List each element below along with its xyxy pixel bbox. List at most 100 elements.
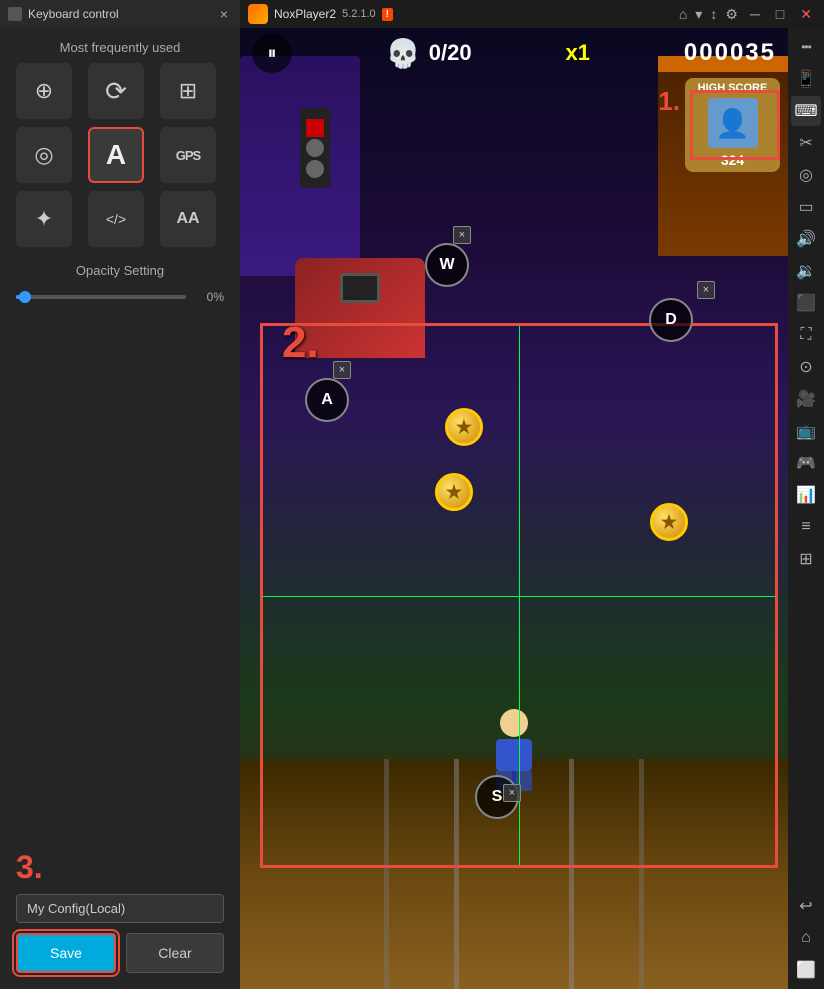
menu-button[interactable]: ≡	[791, 512, 821, 542]
nox-logo-image	[248, 4, 268, 24]
grid-button[interactable]: ⊞	[791, 544, 821, 574]
coin-1: ★	[445, 408, 483, 446]
opacity-slider-handle[interactable]	[19, 291, 31, 303]
panel-section-title: Most frequently used	[0, 28, 240, 63]
icon-grid: ⊕ ⟳ ⊞ ◎ A GPS ✦ </> AA	[0, 63, 240, 247]
key-w-close-icon: ×	[459, 229, 465, 241]
key-s-close-button[interactable]: ×	[503, 784, 521, 802]
left-panel: Most frequently used ⊕ ⟳ ⊞ ◎ A GPS ✦ </>…	[0, 28, 240, 989]
icon-star[interactable]: ✦	[16, 191, 72, 247]
multiplier-label: x1	[566, 40, 590, 66]
key-a-close-button[interactable]: ×	[333, 361, 351, 379]
location-button[interactable]: ◎	[791, 160, 821, 190]
gamepad-button[interactable]: 🎮	[791, 448, 821, 478]
side-toolbar: ••• 📱 ⌨ ✂ ◎ ▭ 🔊 🔉 ⬛ ⛶ ⊙ 🎥 📺 🎮 📊 ≡ ⊞ ↩ ⌂ …	[788, 28, 824, 989]
sync-symbol: ⟳	[105, 76, 127, 107]
keyboard-control-button[interactable]: ⌨	[791, 96, 821, 126]
opacity-slider[interactable]	[16, 295, 186, 299]
icon-sync[interactable]: ⟳	[88, 63, 144, 119]
key-w-button[interactable]: W	[425, 243, 469, 287]
volume-up-button[interactable]: 🔊	[791, 224, 821, 254]
nox-title: NoxPlayer2	[274, 7, 336, 21]
home-nav-icon[interactable]: ⌂	[679, 6, 687, 22]
crosshair-symbol: ⊞	[179, 78, 197, 104]
titlebar-title: Keyboard control	[28, 7, 119, 21]
icon-aim[interactable]: ◎	[16, 127, 72, 183]
volume-down-button[interactable]: 🔉	[791, 256, 821, 286]
key-w-close-button[interactable]: ×	[453, 226, 471, 244]
key-a-label: A	[321, 391, 333, 409]
coin-2: ★	[435, 473, 473, 511]
skull-section: 💀 0/20	[386, 37, 472, 70]
maximize-button[interactable]: □	[772, 6, 788, 22]
titlebar-close-button[interactable]: ×	[216, 6, 232, 22]
icon-gps[interactable]: GPS	[160, 127, 216, 183]
crosshair-horizontal	[263, 596, 775, 597]
opacity-row: 0%	[16, 290, 224, 304]
rail-far-right	[639, 759, 644, 989]
pause-button[interactable]: ⏸	[252, 33, 292, 73]
phone-button[interactable]: 📱	[791, 64, 821, 94]
icon-dpad[interactable]: ⊕	[16, 63, 72, 119]
config-select[interactable]: My Config(Local) Config 1 Config 2	[16, 894, 224, 923]
screen-capture-button[interactable]: ⬛	[791, 288, 821, 318]
skull-icon: 💀	[386, 37, 421, 70]
rail-far-left	[384, 759, 389, 989]
record-button[interactable]: ⊙	[791, 352, 821, 382]
key-a-close-icon: ×	[339, 364, 345, 376]
icon-crosshair[interactable]: ⊞	[160, 63, 216, 119]
keyboard-control-titlebar: Keyboard control ×	[0, 0, 240, 28]
chart-button[interactable]: 📊	[791, 480, 821, 510]
icon-text[interactable]: AA	[160, 191, 216, 247]
high-score-value: 324	[693, 152, 772, 168]
keyboard-icon	[8, 7, 22, 21]
pause-icon: ⏸	[268, 43, 277, 64]
key-d-button[interactable]: D	[649, 298, 693, 342]
game-background: ⏸ 💀 0/20 x1 000035 HIGH SCORE 👤 324 1. 2…	[240, 28, 788, 989]
key-d-label: D	[665, 311, 677, 329]
high-score-avatar: 👤	[708, 98, 758, 148]
home-button[interactable]: ⌂	[791, 923, 821, 953]
traffic-light	[300, 108, 330, 188]
key-s-label: S	[492, 788, 503, 806]
nox-close-button[interactable]: ✕	[796, 6, 816, 23]
scissors-button[interactable]: ✂	[791, 128, 821, 158]
icon-code[interactable]: </>	[88, 191, 144, 247]
coin-3: ★	[650, 503, 688, 541]
recent-apps-button[interactable]: ⬜	[791, 955, 821, 985]
settings-icon[interactable]: ⚙	[725, 6, 738, 23]
step-3-label: 3.	[16, 849, 224, 886]
arrows-icon[interactable]: ↕	[710, 6, 717, 22]
fullscreen-button[interactable]: ⛶	[791, 320, 821, 350]
key-d-close-button[interactable]: ×	[697, 281, 715, 299]
panel-spacer	[0, 312, 240, 837]
star-symbol: ✦	[35, 206, 53, 232]
gps-symbol: GPS	[176, 148, 200, 163]
aim-symbol: ◎	[34, 142, 53, 168]
icon-keyboard-a[interactable]: A	[88, 127, 144, 183]
titlebar-left: Keyboard control	[8, 7, 119, 21]
back-button[interactable]: ↩	[791, 891, 821, 921]
game-area: ⏸ 💀 0/20 x1 000035 HIGH SCORE 👤 324 1. 2…	[240, 28, 788, 989]
minimize-button[interactable]: ─	[746, 6, 764, 22]
clear-button[interactable]: Clear	[126, 933, 224, 973]
nox-topbar: NoxPlayer2 5.2.1.0 ! ⌂ ▾ ↕ ⚙ ─ □ ✕	[240, 0, 824, 28]
display-button[interactable]: ▭	[791, 192, 821, 222]
nox-version: 5.2.1.0	[342, 8, 376, 20]
panel-bottom: 3. My Config(Local) Config 1 Config 2 Sa…	[0, 837, 240, 989]
chevron-down-icon[interactable]: ▾	[695, 6, 702, 23]
score-display: 000035	[684, 39, 776, 67]
action-buttons: Save Clear	[16, 933, 224, 973]
tv-button[interactable]: 📺	[791, 416, 821, 446]
skull-counter: 0/20	[429, 40, 472, 66]
more-button[interactable]: •••	[791, 32, 821, 62]
opacity-title: Opacity Setting	[16, 263, 224, 278]
nox-warning-badge: !	[382, 8, 393, 21]
code-symbol: </>	[106, 211, 126, 227]
game-hud: ⏸ 💀 0/20 x1 000035	[240, 28, 788, 78]
camera-button[interactable]: 🎥	[791, 384, 821, 414]
key-a-button[interactable]: A	[305, 378, 349, 422]
char-head	[500, 709, 528, 737]
save-button[interactable]: Save	[16, 933, 116, 973]
step-2-badge: 2.	[282, 318, 319, 368]
